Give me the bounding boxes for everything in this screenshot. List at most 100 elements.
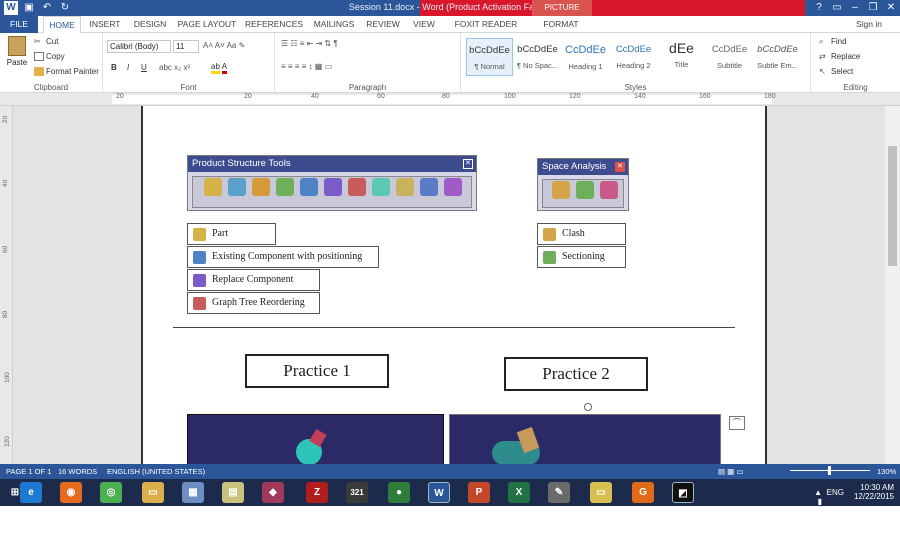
help-icon[interactable]: ? bbox=[810, 0, 828, 16]
tab-review[interactable]: REVIEW bbox=[363, 16, 403, 33]
chrome-icon[interactable]: ◎ bbox=[100, 482, 122, 503]
ruler-tick: 40 bbox=[311, 93, 319, 100]
tab-references[interactable]: REFERENCES bbox=[243, 16, 305, 33]
document-page[interactable]: Product Structure Tools ✕ Space Analysis… bbox=[141, 106, 767, 464]
style-normal[interactable]: bCcDdEe ¶ Normal bbox=[466, 38, 513, 76]
filezilla-icon[interactable]: Z bbox=[306, 482, 328, 503]
rotate-handle[interactable] bbox=[584, 403, 592, 411]
foxit-pdf-icon[interactable]: G bbox=[632, 482, 654, 503]
vruler-tick: 80 bbox=[2, 310, 10, 319]
find-button[interactable]: ⌕ Find bbox=[819, 37, 847, 46]
cut-button[interactable]: ✂ Cut bbox=[34, 37, 58, 46]
zoom-slider[interactable] bbox=[790, 466, 870, 476]
vertical-ruler[interactable]: 20 40 60 80 100 120 bbox=[0, 106, 13, 466]
vertical-scrollbar[interactable] bbox=[885, 106, 900, 464]
font-group-label: Font bbox=[180, 83, 197, 92]
ribbon-display-icon[interactable]: ▭ bbox=[828, 0, 846, 16]
tab-view[interactable]: VIEW bbox=[408, 16, 440, 33]
font-name-combo[interactable]: Calibri (Body) bbox=[107, 40, 171, 53]
internet-explorer-icon[interactable]: e bbox=[20, 482, 42, 503]
view-mode-icons[interactable]: ▤ ▦ ▭ bbox=[718, 467, 743, 476]
horizontal-ruler[interactable]: 20 20 40 60 80 100 120 140 160 180 bbox=[0, 93, 900, 106]
practice-2-image[interactable] bbox=[449, 403, 721, 464]
window-controls: ? ▭ – ❐ ✕ bbox=[810, 0, 900, 16]
tray-icons[interactable]: ▲ ▮ ◐ ▭ ♪ bbox=[814, 488, 822, 533]
excel-icon[interactable]: X bbox=[508, 482, 530, 503]
ruler-tick: 20 bbox=[116, 93, 124, 100]
zoom-thumb[interactable] bbox=[828, 466, 831, 475]
restore-button[interactable]: ❐ bbox=[864, 0, 882, 16]
style-subtitle[interactable]: CcDdEe Subtitle bbox=[706, 38, 753, 76]
folder-icon[interactable]: ▭ bbox=[590, 482, 612, 503]
product-structure-toolbar-image[interactable]: Product Structure Tools ✕ bbox=[187, 155, 477, 211]
list-icons[interactable]: ☰ ☷ ≡ ⇤ ⇥ ⇅ ¶ bbox=[281, 39, 338, 48]
replace-button[interactable]: ⇄ Replace bbox=[819, 52, 860, 61]
clock-time[interactable]: 10:30 AM bbox=[854, 483, 894, 492]
text-highlight-icon[interactable]: ab A bbox=[211, 62, 228, 74]
brush-icon bbox=[34, 67, 44, 77]
gear-settings-icon bbox=[444, 178, 462, 196]
ruler-tick: 180 bbox=[764, 93, 776, 100]
input-language[interactable]: ENG bbox=[827, 488, 844, 497]
sign-in-link[interactable]: Sign in bbox=[856, 19, 882, 29]
tab-page-layout[interactable]: PAGE LAYOUT bbox=[176, 16, 238, 33]
replace-icon: ⇄ bbox=[819, 52, 826, 62]
close-button[interactable]: ✕ bbox=[882, 0, 900, 16]
minimize-button[interactable]: – bbox=[846, 0, 864, 16]
powerpoint-icon[interactable]: P bbox=[468, 482, 490, 503]
tab-mailings[interactable]: MAILINGS bbox=[310, 16, 358, 33]
system-tray[interactable]: ▲ ▮ ◐ ▭ ♪ ENG 10:30 AM 12/22/2015 bbox=[814, 483, 894, 533]
label-replace-component: Replace Component bbox=[187, 269, 320, 291]
layout-options-icon[interactable]: ⌒ bbox=[729, 416, 745, 430]
tab-home[interactable]: HOME bbox=[43, 16, 81, 34]
italic-button[interactable]: I bbox=[127, 63, 129, 72]
scissors-icon: ✂ bbox=[34, 37, 41, 47]
cursor-icon: ↖ bbox=[819, 67, 826, 77]
select-button[interactable]: ↖ Select bbox=[819, 67, 853, 76]
style-title[interactable]: dEe Title bbox=[658, 38, 705, 76]
firefox-icon[interactable]: ◉ bbox=[60, 482, 82, 503]
tab-foxit-reader-pdf[interactable]: FOXIT READER PDF bbox=[446, 16, 526, 46]
tab-insert[interactable]: INSERT bbox=[86, 16, 124, 33]
close-icon: ✕ bbox=[463, 159, 473, 169]
file-explorer-icon[interactable]: ▭ bbox=[142, 482, 164, 503]
paste-label: Paste bbox=[6, 58, 28, 67]
practice-1-image[interactable] bbox=[187, 414, 444, 464]
language-indicator[interactable]: ENGLISH (UNITED STATES) bbox=[107, 467, 205, 476]
clock-date[interactable]: 12/22/2015 bbox=[854, 492, 894, 501]
notes-icon[interactable]: ▤ bbox=[222, 482, 244, 503]
styles-gallery: bCcDdEe ¶ Normal bCcDdEe ¶ No Spac... CcDd… bbox=[466, 38, 808, 78]
scrollbar-thumb[interactable] bbox=[888, 146, 897, 266]
format-painter-button[interactable]: Format Painter bbox=[34, 67, 99, 77]
font-size-combo[interactable]: 11 bbox=[173, 40, 199, 53]
calculator-icon[interactable]: ▦ bbox=[182, 482, 204, 503]
style-subtle-emphasis[interactable]: bCcDdEe Subtle Em... bbox=[754, 38, 801, 76]
media-player-icon[interactable]: 321 bbox=[346, 482, 368, 503]
catia-icon[interactable]: ◆ bbox=[262, 482, 284, 503]
grow-font-icon[interactable]: A˄ A˅ Aa ✎ bbox=[203, 41, 245, 50]
tab-file[interactable]: FILE bbox=[0, 16, 38, 33]
label-text: Part bbox=[212, 228, 229, 239]
tab-design[interactable]: DESIGN bbox=[129, 16, 171, 33]
paste-button[interactable]: Paste bbox=[5, 36, 29, 67]
zoom-level[interactable]: 130% bbox=[877, 467, 896, 476]
copy-button[interactable]: Copy bbox=[34, 52, 65, 62]
word-count[interactable]: 16 WORDS bbox=[58, 467, 97, 476]
label-graph-tree-reordering: Graph Tree Reordering bbox=[187, 292, 320, 314]
numbering-icon bbox=[372, 178, 390, 196]
style-heading-1[interactable]: CcDdEe Heading 1 bbox=[562, 38, 609, 76]
word-icon[interactable]: W bbox=[428, 482, 450, 503]
page-count[interactable]: PAGE 1 OF 1 bbox=[6, 467, 51, 476]
tab-format[interactable]: FORMAT bbox=[536, 16, 586, 33]
style-heading-2[interactable]: CcDdEe Heading 2 bbox=[610, 38, 657, 76]
font-effects-icons[interactable]: abc x₂ x² bbox=[159, 63, 190, 72]
space-analysis-toolbar-image[interactable]: Space Analysis ✕ bbox=[537, 158, 629, 211]
style-no-spacing[interactable]: bCcDdEe ¶ No Spac... bbox=[514, 38, 561, 76]
screen-recorder-icon[interactable]: ◩ bbox=[672, 482, 694, 503]
tools-icon[interactable]: ✎ bbox=[548, 482, 570, 503]
align-icons[interactable]: ≡ ≡ ≡ ≡ ↕ ▦ ▭ bbox=[281, 62, 332, 71]
globe-icon[interactable]: ● bbox=[388, 482, 410, 503]
style-preview: CcDdEe bbox=[711, 44, 748, 55]
bold-button[interactable]: B bbox=[111, 63, 117, 72]
underline-button[interactable]: U bbox=[141, 63, 147, 72]
